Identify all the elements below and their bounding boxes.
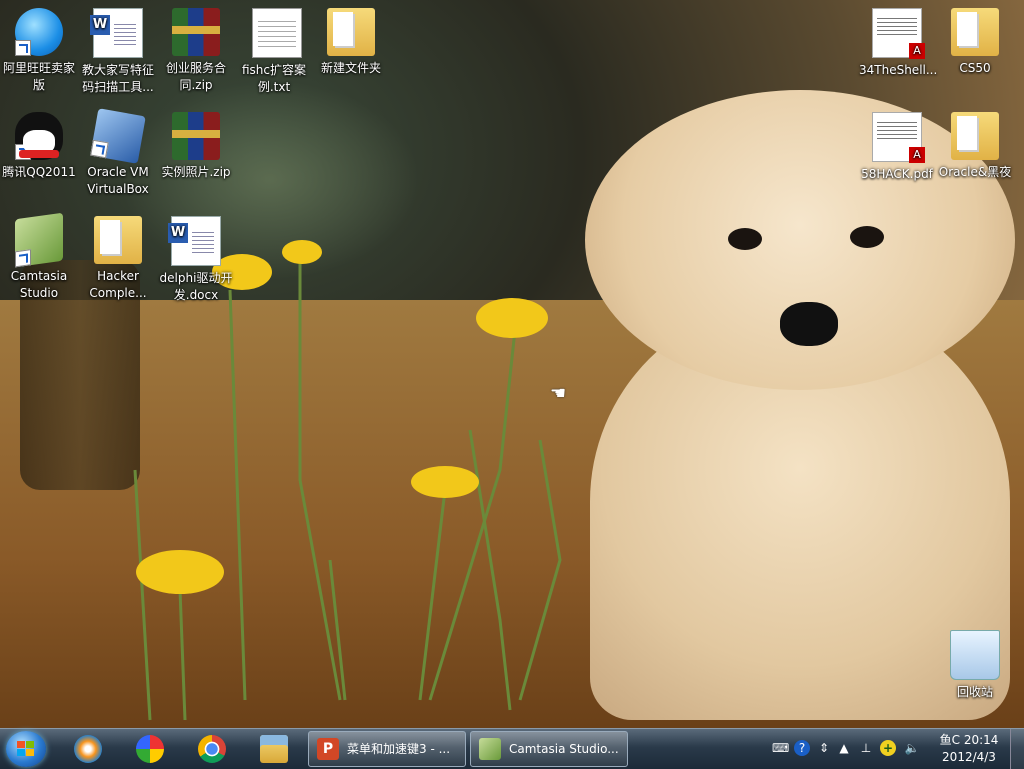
puppy-eye-left — [728, 228, 762, 250]
word-doc-icon: W — [90, 8, 143, 58]
update-plus-icon[interactable]: + — [880, 740, 896, 756]
shortcut-arrow-icon — [15, 40, 31, 56]
desktop-icon-label: 58HACK.pdf — [861, 167, 933, 181]
desktop-icon-hacker-folder[interactable]: Hacker Comple... — [79, 212, 157, 310]
folder-icon — [951, 112, 999, 160]
pdf-icon: A — [872, 112, 925, 163]
desktop-icon-cs50-folder[interactable]: CS50 — [936, 4, 1014, 102]
network-icon[interactable]: ⊥ — [858, 740, 874, 756]
desktop-icon-delphi-docx[interactable]: W delphi驱动开发.docx — [157, 212, 235, 310]
keyboard-icon[interactable]: ⌨ — [772, 740, 789, 756]
powerpoint-icon: P — [317, 738, 339, 760]
desktop-icon-label: 腾讯QQ2011 — [2, 165, 76, 179]
desktop-icon-qq2011[interactable]: 腾讯QQ2011 — [0, 108, 78, 206]
help-icon[interactable]: ? — [794, 740, 810, 756]
taskbar-window-powerpoint[interactable]: P 菜单和加速键3 - ... — [308, 731, 466, 767]
desktop-icon-contract-zip[interactable]: 创业服务合同.zip — [157, 4, 235, 102]
zip-archive-icon — [172, 112, 220, 160]
desktop-icon-fishc-txt[interactable]: fishc扩容案例.txt — [235, 4, 313, 102]
pinwheel-app-icon — [136, 735, 164, 763]
volume-icon[interactable]: 🔈 — [904, 740, 920, 756]
taskbar-window-label: 菜单和加速键3 - ... — [347, 742, 451, 756]
show-hidden-icons-icon[interactable]: ▲ — [836, 740, 852, 756]
mouse-cursor-icon: ☚ — [550, 383, 567, 404]
clock-input-method-and-time: 鱼C 20:14 — [938, 732, 1000, 749]
desktop-icon-recycle-bin[interactable]: 回收站 — [936, 626, 1014, 724]
desktop-icon-label: fishc扩容案例.txt — [241, 63, 306, 94]
desktop-icon-theshell-pdf[interactable]: A 34TheShell... — [858, 4, 938, 102]
folder-icon — [327, 8, 375, 56]
puppy-nose — [780, 302, 838, 346]
zip-archive-icon — [172, 8, 220, 56]
desktop-icon-oracle-folder[interactable]: Oracle&黑夜 — [936, 108, 1014, 206]
desktop-icon-new-folder[interactable]: 新建文件夹 — [312, 4, 390, 102]
wangwang-icon — [15, 8, 63, 56]
pinned-media-player[interactable] — [66, 731, 110, 767]
desktop-icon-label: 教大家写特征码扫描工具... — [81, 63, 154, 94]
puppy-eye-right — [850, 226, 884, 248]
shortcut-arrow-icon — [15, 144, 31, 160]
desktop-icon-photos-zip[interactable]: 实例照片.zip — [157, 108, 235, 206]
desktop-icon-label: 回收站 — [956, 685, 993, 699]
virtualbox-icon — [90, 108, 146, 164]
chrome-icon — [198, 735, 226, 763]
clock-time: 20:14 — [963, 733, 999, 747]
desktop-icon-signature-scanner-doc[interactable]: W 教大家写特征码扫描工具... — [79, 4, 157, 102]
desktop-icon-58hack-pdf[interactable]: A 58HACK.pdf — [858, 108, 936, 206]
desktop-icon-camtasia[interactable]: Camtasia Studio — [0, 212, 78, 310]
desktop-icon-label: 34TheShell... — [859, 63, 938, 77]
desktop-icon-label: 创业服务合同.zip — [165, 61, 226, 92]
windows-start-icon — [17, 741, 35, 757]
desktop-icon-aliwangwang[interactable]: 阿里旺旺卖家版 — [0, 4, 78, 102]
desktop-icon-label: Hacker Comple... — [89, 269, 147, 300]
folder-icon — [94, 216, 142, 264]
camtasia-icon — [15, 212, 63, 268]
qq-icon — [15, 112, 63, 160]
desktop-icon-label: 实例照片.zip — [161, 165, 231, 179]
system-tray: ⌨ ? ⇕ ▲ ⊥ + 🔈 — [768, 729, 938, 769]
folder-icon — [951, 8, 999, 56]
camtasia-icon — [479, 738, 501, 760]
taskbar-window-camtasia[interactable]: Camtasia Studio... — [470, 731, 628, 767]
desktop-icon-virtualbox[interactable]: Oracle VM VirtualBox — [79, 108, 157, 206]
clock[interactable]: 鱼C 20:14 2012/4/3 — [938, 732, 1000, 766]
pinned-pinwheel-app[interactable] — [128, 731, 172, 767]
taskbar-window-label: Camtasia Studio... — [509, 742, 619, 756]
shortcut-arrow-icon — [15, 249, 31, 268]
show-desktop-button[interactable] — [1010, 729, 1024, 769]
wallpaper-ground — [0, 300, 1024, 728]
pinned-chrome[interactable] — [190, 731, 234, 767]
desktop-icon-label: Oracle&黑夜 — [938, 165, 1012, 179]
shortcut-arrow-icon — [90, 139, 109, 159]
desktop-icon-label: 新建文件夹 — [320, 61, 381, 75]
desktop-icon-label: CS50 — [959, 61, 991, 75]
desktop[interactable]: 阿里旺旺卖家版 W 教大家写特征码扫描工具... 创业服务合同.zip fish… — [0, 0, 1024, 728]
word-doc-icon: W — [168, 216, 221, 266]
clock-date: 2012/4/3 — [942, 750, 996, 764]
start-button[interactable] — [6, 731, 46, 767]
windows-explorer-icon — [260, 735, 288, 763]
recycle-bin-icon — [950, 630, 1000, 680]
desktop-icon-label: delphi驱动开发.docx — [159, 271, 233, 302]
input-method-label: 鱼C — [939, 733, 960, 747]
windows-media-player-icon — [74, 735, 102, 763]
taskbar: P 菜单和加速键3 - ... Camtasia Studio... ⌨ ? ⇕… — [0, 728, 1024, 769]
text-file-icon — [252, 8, 302, 58]
ime-options-icon[interactable]: ⇕ — [816, 740, 832, 756]
desktop-icon-label: Camtasia Studio — [10, 269, 68, 300]
pdf-icon: A — [872, 8, 925, 59]
pinned-explorer[interactable] — [252, 731, 296, 767]
desktop-icon-label: 阿里旺旺卖家版 — [2, 61, 75, 92]
desktop-icon-label: Oracle VM VirtualBox — [87, 165, 149, 196]
